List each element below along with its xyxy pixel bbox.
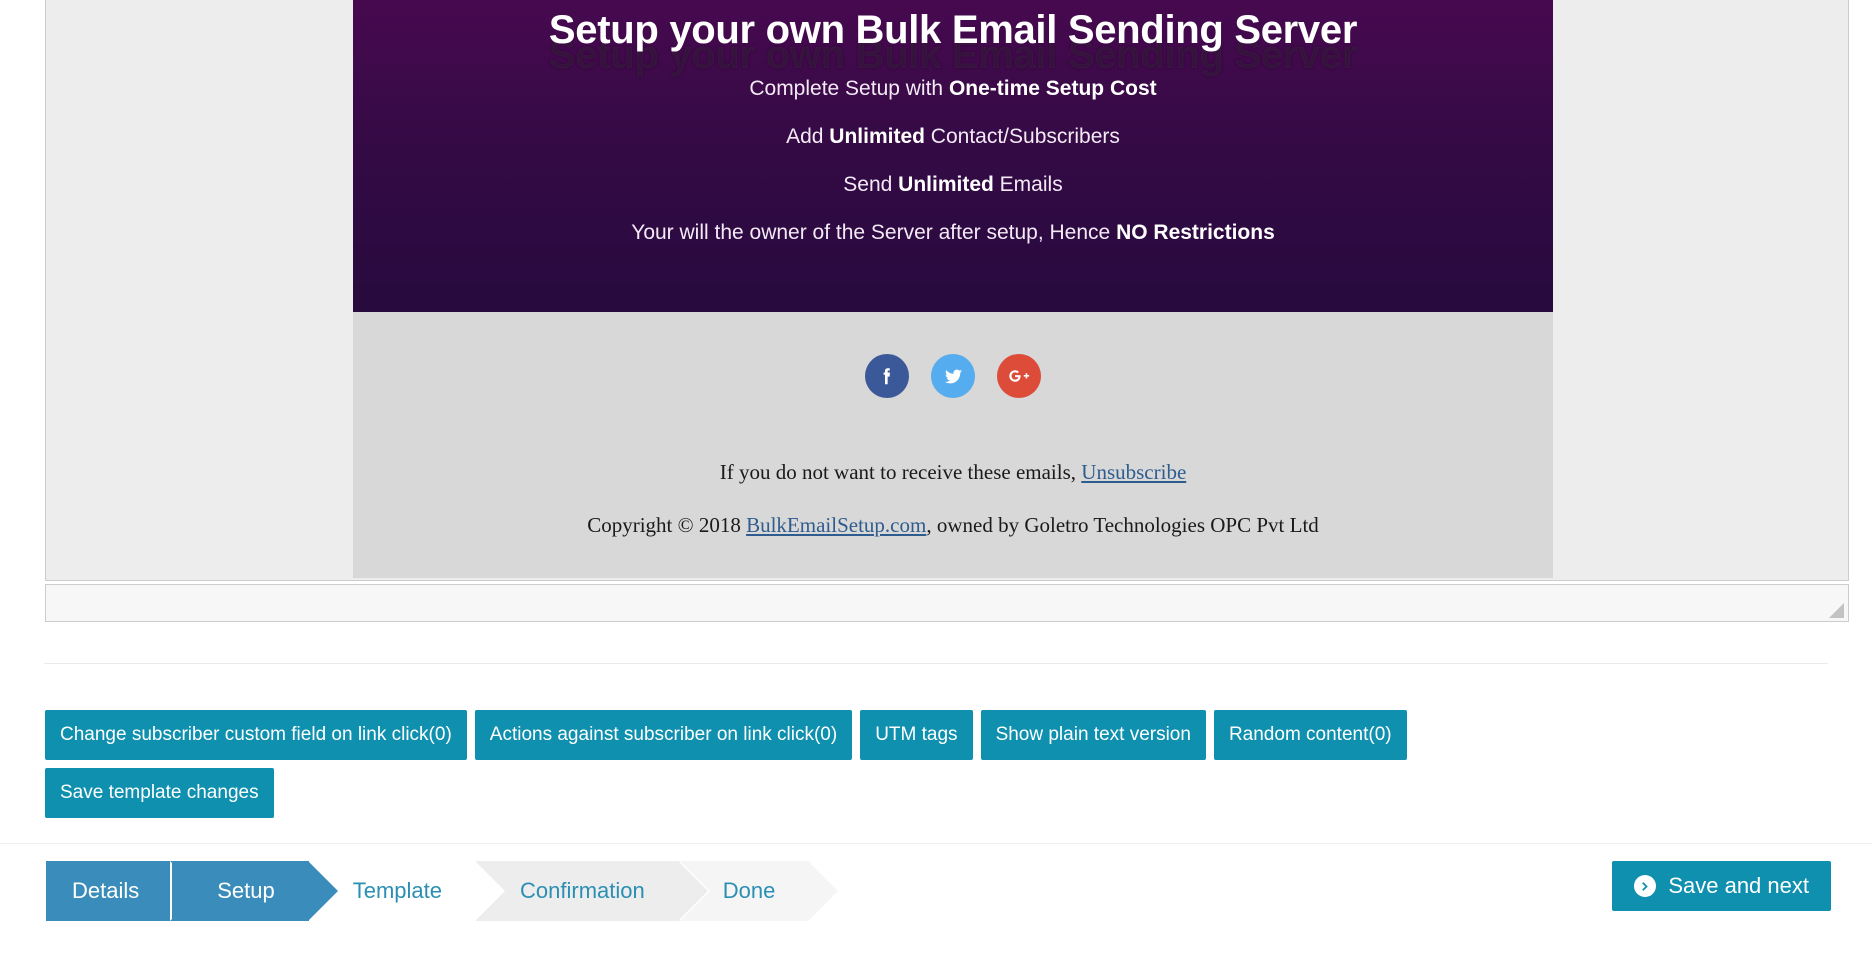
wizard-step-details-label: Details — [72, 878, 140, 903]
utm-tags-button[interactable]: UTM tags — [860, 710, 973, 760]
email-tagline-4-pre: Your will the owner of the Server after … — [631, 221, 1117, 244]
email-tagline-1-pre: Complete Setup with — [749, 77, 949, 100]
email-tagline-3-bold: Unlimited — [898, 173, 994, 196]
copyright-line: Copyright © 2018 BulkEmailSetup.com, own… — [353, 513, 1553, 538]
wizard-steps: Details Setup Template Confirmation Done — [46, 861, 840, 921]
save-template-changes-button[interactable]: Save template changes — [45, 768, 274, 818]
unsubscribe-line: If you do not want to receive these emai… — [353, 460, 1553, 485]
email-tagline-2-pre: Add — [786, 125, 830, 148]
wizard-step-details[interactable]: Details — [46, 861, 203, 921]
copyright-prefix: Copyright © 2018 — [587, 513, 747, 537]
template-action-row-1: Change subscriber custom field on link c… — [45, 710, 1835, 760]
copyright-suffix: , owned by Goletro Technologies OPC Pvt … — [926, 513, 1319, 537]
template-action-buttons: Change subscriber custom field on link c… — [45, 710, 1835, 826]
random-content-button[interactable]: Random content(0) — [1213, 710, 1407, 760]
email-tagline-2-post: Contact/Subscribers — [924, 125, 1120, 148]
page-root: Setup your own Bulk Email Sending Server… — [0, 0, 1872, 960]
save-and-next-label: Save and next — [1668, 873, 1809, 898]
resize-grip-icon[interactable] — [1829, 603, 1844, 618]
email-header-banner: Setup your own Bulk Email Sending Server… — [353, 0, 1553, 312]
social-links-row — [353, 354, 1553, 398]
wizard-step-done-label: Done — [722, 878, 776, 903]
email-card: Setup your own Bulk Email Sending Server… — [353, 0, 1553, 578]
change-subscriber-custom-field-button[interactable]: Change subscriber custom field on link c… — [45, 710, 467, 760]
arrow-circle-right-icon — [1634, 875, 1657, 897]
facebook-icon[interactable] — [865, 354, 909, 398]
wizard-step-bar: Details Setup Template Confirmation Done… — [0, 843, 1872, 960]
twitter-icon[interactable] — [931, 354, 975, 398]
wizard-step-template-label: Template — [352, 878, 443, 903]
wizard-step-confirmation-label: Confirmation — [520, 878, 645, 903]
section-divider — [44, 663, 1828, 664]
email-tagline-2: Add Unlimited Contact/Subscribers — [353, 101, 1553, 149]
email-tagline-3-post: Emails — [993, 173, 1063, 196]
email-tagline-3-pre: Send — [843, 173, 899, 196]
email-canvas[interactable]: Setup your own Bulk Email Sending Server… — [46, 0, 1848, 580]
unsubscribe-link[interactable]: Unsubscribe — [1081, 460, 1186, 484]
actions-against-subscriber-button[interactable]: Actions against subscriber on link click… — [474, 710, 853, 760]
email-tagline-1-bold: One-time Setup Cost — [948, 77, 1157, 100]
wizard-step-setup-label: Setup — [217, 878, 275, 903]
show-plain-text-version-button[interactable]: Show plain text version — [980, 710, 1206, 760]
email-title: Setup your own Bulk Email Sending Server — [548, 8, 1358, 52]
email-tagline-4: Your will the owner of the Server after … — [353, 197, 1553, 245]
template-action-row-2: Save template changes — [45, 768, 1835, 818]
save-and-next-button[interactable]: Save and next — [1612, 861, 1831, 911]
unsubscribe-text: If you do not want to receive these emai… — [719, 460, 1082, 484]
email-tagline-4-bold: NO Restrictions — [1116, 221, 1275, 244]
email-preview-editor[interactable]: Setup your own Bulk Email Sending Server… — [45, 0, 1849, 581]
wizard-step-confirmation[interactable]: Confirmation — [476, 861, 710, 921]
email-tagline-3: Send Unlimited Emails — [353, 149, 1553, 197]
email-tagline-2-bold: Unlimited — [829, 125, 925, 148]
email-body: If you do not want to receive these emai… — [353, 312, 1553, 578]
email-tagline-1: Complete Setup with One-time Setup Cost — [353, 53, 1553, 101]
google-plus-icon[interactable] — [997, 354, 1041, 398]
editor-statusbar — [45, 584, 1849, 622]
bulkemailsetup-link[interactable]: BulkEmailSetup.com — [746, 513, 926, 537]
